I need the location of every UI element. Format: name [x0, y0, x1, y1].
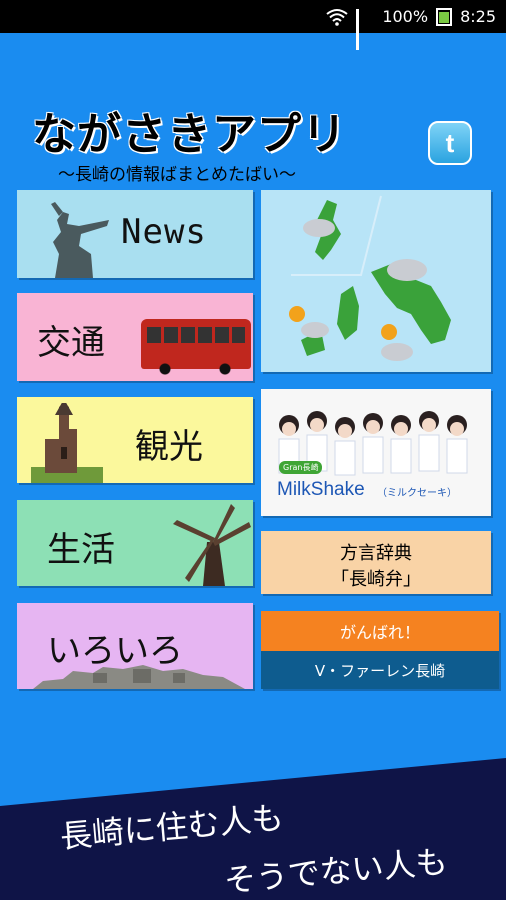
seikatsu-label: 生活: [47, 530, 115, 570]
milkshake-badge: Gran長崎: [279, 461, 323, 474]
news-tile[interactable]: News: [17, 190, 253, 278]
iroiro-tile[interactable]: いろいろ: [17, 603, 253, 689]
battery-percent: 100%: [382, 7, 429, 26]
status-bar: 100% 8:25: [0, 0, 506, 50]
kotsu-label: 交通: [37, 323, 105, 363]
app-subtitle: 〜長崎の情報ばまとめたばい〜: [58, 165, 296, 185]
seikatsu-tile[interactable]: 生活: [17, 500, 253, 586]
milkshake-tile[interactable]: Gran長崎 MilkShake （ミルクセーキ）: [261, 389, 491, 516]
dialect-dictionary-title: 方言辞典: [340, 543, 412, 564]
kanko-label: 観光: [135, 427, 203, 467]
kanko-tile[interactable]: 観光: [17, 397, 253, 483]
sun-icon: [289, 306, 305, 322]
banner-line-1: 長崎に住む人も: [58, 798, 285, 856]
v-varen-tile[interactable]: がんばれ！ V・ファーレン長崎: [261, 611, 499, 689]
battery-charging-icon: [436, 7, 453, 26]
app-title: ながさきアプリ: [32, 109, 347, 160]
v-varen-cheer: がんばれ！: [261, 611, 499, 651]
milkshake-reading: （ミルクセーキ）: [377, 488, 457, 499]
twitter-button[interactable]: t: [428, 121, 472, 165]
dialect-dictionary-subtitle: 「長崎弁」: [331, 569, 421, 590]
church-image: [31, 403, 103, 483]
bus-image: [141, 319, 251, 375]
twitter-icon: t: [445, 127, 455, 158]
wifi-icon: [326, 8, 348, 26]
kotsu-tile[interactable]: 交通: [17, 293, 253, 381]
clock: 8:25: [460, 7, 496, 26]
weather-map-image: [289, 195, 451, 361]
gunkanjima-image: [33, 665, 245, 689]
windmill-image: [173, 504, 251, 586]
dialect-dictionary-tile[interactable]: 方言辞典 「長崎弁」: [261, 531, 491, 594]
weather-map-tile[interactable]: [261, 190, 491, 372]
news-label: News: [121, 212, 207, 252]
banner-line-2: そうでない人も: [222, 842, 449, 900]
signal-icon: [356, 8, 374, 50]
milkshake-logo: MilkShake: [277, 479, 365, 500]
peace-statue-image: [51, 202, 109, 278]
v-varen-team: V・ファーレン長崎: [261, 651, 499, 689]
